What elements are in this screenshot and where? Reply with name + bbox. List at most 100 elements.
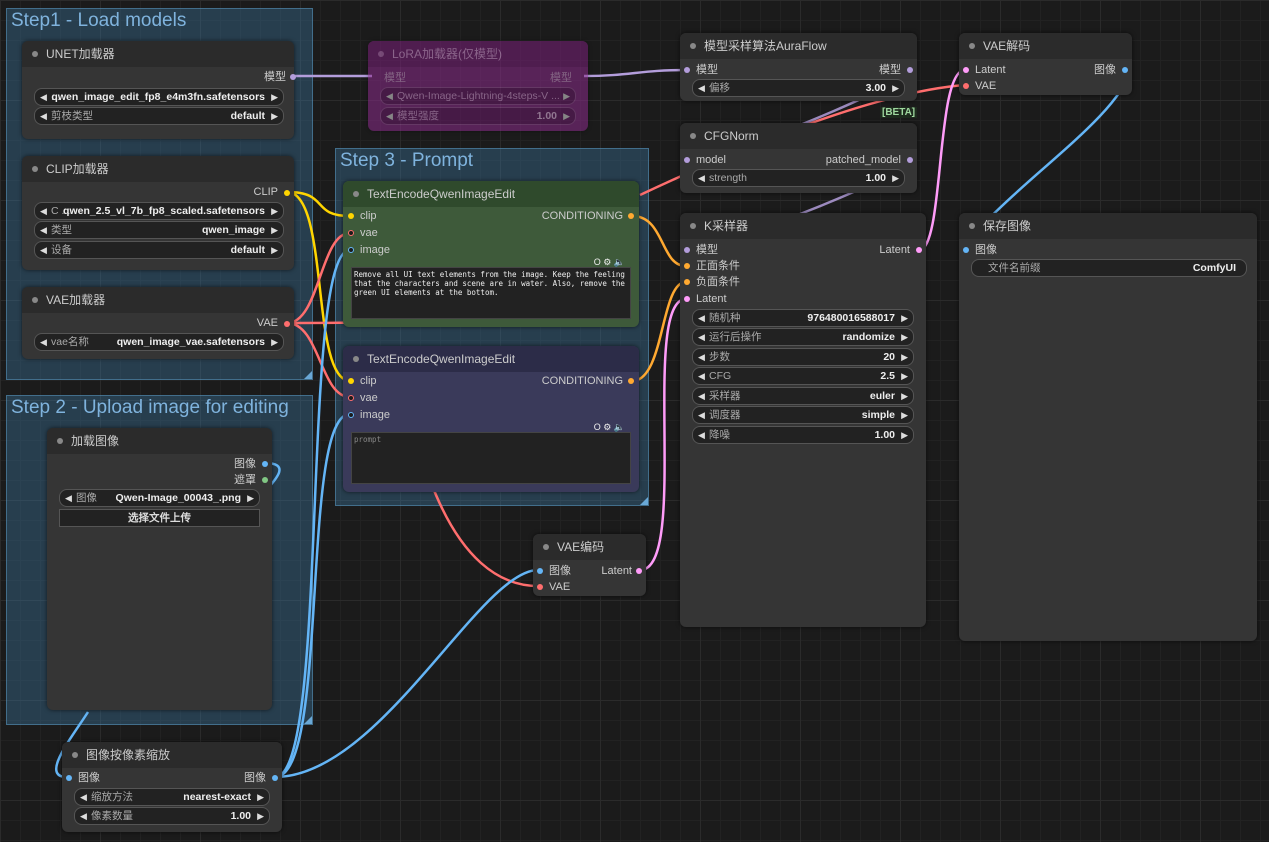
input-image[interactable]: 图像 — [78, 770, 100, 786]
arrow-right-icon[interactable]: ▶ — [271, 222, 278, 238]
node-vae-loader[interactable]: VAE加载器 VAE ◀ vae名称 qwen_image_vae.safete… — [22, 287, 294, 359]
arrow-left-icon[interactable]: ◀ — [698, 388, 705, 404]
socket-output-image[interactable] — [272, 775, 278, 781]
socket-output-mask[interactable] — [262, 477, 268, 483]
arrow-left-icon[interactable]: ◀ — [40, 89, 47, 105]
collapse-dot-icon[interactable] — [57, 438, 63, 444]
input-model[interactable]: model — [696, 152, 726, 168]
arrow-left-icon[interactable]: ◀ — [698, 407, 705, 423]
arrow-right-icon[interactable]: ▶ — [901, 427, 908, 443]
collapse-dot-icon[interactable] — [353, 356, 359, 362]
socket-input-image[interactable] — [66, 775, 72, 781]
node-title[interactable]: TextEncodeQwenImageEdit — [343, 346, 639, 372]
output-patched-model[interactable]: patched_model — [826, 152, 901, 168]
node-load-image[interactable]: 加载图像 图像 遮罩 ◀ 图像 Qwen-Image_00043_.png ▶ 选择文… — [47, 428, 272, 710]
collapse-dot-icon[interactable] — [72, 752, 78, 758]
widget-clip-name[interactable]: ◀ C ... qwen_2.5_vl_7b_fp8_scaled.safete… — [34, 202, 284, 220]
input-model[interactable]: 模型 — [384, 70, 406, 86]
node-title[interactable]: VAE加载器 — [22, 287, 294, 313]
output-image[interactable]: 图像 — [1094, 62, 1116, 78]
node-title[interactable]: 模型采样算法AuraFlow — [680, 33, 917, 59]
widget-unet-name[interactable]: ◀ ... qwen_image_edit_fp8_e4m3fn.safeten… — [34, 88, 284, 106]
node-text-encode-positive[interactable]: TextEncodeQwenImageEdit clip vae image C… — [343, 181, 639, 327]
arrow-right-icon[interactable]: ▶ — [901, 388, 908, 404]
input-image[interactable]: 图像 — [549, 563, 571, 579]
socket-output-conditioning[interactable] — [628, 213, 634, 219]
output-image[interactable]: 图像 — [244, 770, 266, 786]
widget-sampler-name[interactable]: ◀ 采样器 euler ▶ — [692, 387, 914, 405]
arrow-left-icon[interactable]: ◀ — [40, 334, 47, 350]
arrow-left-icon[interactable]: ◀ — [40, 222, 47, 238]
collapse-dot-icon[interactable] — [690, 43, 696, 49]
arrow-right-icon[interactable]: ▶ — [247, 490, 254, 506]
widget-seed[interactable]: ◀ 随机种 976480016588017 ▶ — [692, 309, 914, 327]
collapse-dot-icon[interactable] — [32, 297, 38, 303]
widget-image[interactable]: ◀ 图像 Qwen-Image_00043_.png ▶ — [59, 489, 260, 507]
widget-strength-model[interactable]: ◀ 模型强度 1.00 ▶ — [380, 107, 576, 125]
arrow-right-icon[interactable]: ▶ — [257, 789, 264, 805]
socket-output-clip[interactable] — [284, 190, 290, 196]
node-title[interactable]: CFGNorm — [680, 123, 917, 149]
socket-input-clip[interactable] — [348, 213, 354, 219]
arrow-right-icon[interactable]: ▶ — [892, 80, 899, 96]
node-ksampler[interactable]: K采样器 模型 正面条件 负面条件 Latent Latent ◀ 随机种 9764… — [680, 213, 926, 627]
arrow-right-icon[interactable]: ▶ — [271, 89, 278, 105]
output-conditioning[interactable]: CONDITIONING — [542, 373, 623, 389]
node-title[interactable]: VAE解码 — [959, 33, 1132, 59]
arrow-left-icon[interactable]: ◀ — [80, 789, 87, 805]
socket-output-vae[interactable] — [284, 321, 290, 327]
prompt-textarea[interactable]: prompt — [351, 432, 631, 484]
output-image[interactable]: 图像 — [234, 456, 256, 472]
arrow-right-icon[interactable]: ▶ — [901, 310, 908, 326]
output-model[interactable]: 模型 — [264, 69, 296, 85]
input-clip[interactable]: clip — [360, 208, 377, 224]
node-title[interactable]: 保存图像 — [959, 213, 1257, 239]
socket-input-vae[interactable] — [348, 395, 354, 401]
socket-input-negative[interactable] — [684, 279, 690, 285]
node-title[interactable]: VAE编码 — [533, 534, 646, 560]
widget-control-after-generate[interactable]: ◀ 运行后操作 randomize ▶ — [692, 328, 914, 346]
socket-output-latent[interactable] — [916, 247, 922, 253]
node-clip-loader[interactable]: CLIP加载器 CLIP ◀ C ... qwen_2.5_vl_7b_fp8_… — [22, 156, 294, 270]
output-mask[interactable]: 遮罩 — [234, 472, 256, 488]
node-title[interactable]: CLIP加载器 — [22, 156, 294, 182]
collapse-dot-icon[interactable] — [969, 223, 975, 229]
widget-denoise[interactable]: ◀ 降噪 1.00 ▶ — [692, 426, 914, 444]
input-negative[interactable]: 负面条件 — [696, 274, 740, 290]
input-latent[interactable]: Latent — [975, 62, 1006, 78]
arrow-right-icon[interactable]: ▶ — [901, 329, 908, 345]
widget-lora-name[interactable]: ◀ Qwen-Image-Lightning-4steps-V ... ▶ — [380, 87, 576, 105]
input-vae[interactable]: VAE — [549, 579, 570, 595]
socket-input-model[interactable] — [684, 157, 690, 163]
arrow-right-icon[interactable]: ▶ — [901, 407, 908, 423]
arrow-left-icon[interactable]: ◀ — [40, 242, 47, 258]
output-latent[interactable]: Latent — [601, 563, 632, 579]
input-clip[interactable]: clip — [360, 373, 377, 389]
input-image[interactable]: 图像 — [975, 242, 997, 258]
collapse-dot-icon[interactable] — [32, 51, 38, 57]
output-clip[interactable]: CLIP — [254, 184, 278, 200]
output-model[interactable]: 模型 — [879, 62, 901, 78]
collapse-dot-icon[interactable] — [690, 133, 696, 139]
widget-strength[interactable]: ◀ strength 1.00 ▶ — [692, 169, 905, 187]
arrow-right-icon[interactable]: ▶ — [563, 108, 570, 124]
arrow-left-icon[interactable]: ◀ — [386, 108, 393, 124]
arrow-right-icon[interactable]: ▶ — [892, 170, 899, 186]
node-unet-loader[interactable]: UNET加载器 模型 ◀ ... qwen_image_edit_fp8_e4m… — [22, 41, 296, 139]
socket-output-model[interactable] — [907, 157, 913, 163]
socket-input-model[interactable] — [684, 247, 690, 253]
node-save-image[interactable]: 保存图像 图像 文件名前缀 ComfyUI — [959, 213, 1257, 641]
collapse-dot-icon[interactable] — [543, 544, 549, 550]
widget-upscale-method[interactable]: ◀ 缩放方法 nearest-exact ▶ — [74, 788, 270, 806]
arrow-left-icon[interactable]: ◀ — [698, 170, 705, 186]
socket-input-image[interactable] — [348, 412, 354, 418]
node-lora-loader-bypassed[interactable]: LoRA加载器(仅模型) 模型 模型 ◀ Qwen-Image-Lightnin… — [368, 41, 588, 131]
node-title[interactable]: LoRA加载器(仅模型) — [368, 41, 588, 67]
collapse-dot-icon[interactable] — [690, 223, 696, 229]
socket-input-vae[interactable] — [537, 584, 543, 590]
arrow-left-icon[interactable]: ◀ — [40, 108, 47, 124]
node-title[interactable]: K采样器 — [680, 213, 926, 239]
widget-weight-dtype[interactable]: ◀ 剪枝类型 default ▶ — [34, 107, 284, 125]
socket-output-model[interactable] — [290, 74, 296, 80]
arrow-left-icon[interactable]: ◀ — [80, 808, 87, 824]
